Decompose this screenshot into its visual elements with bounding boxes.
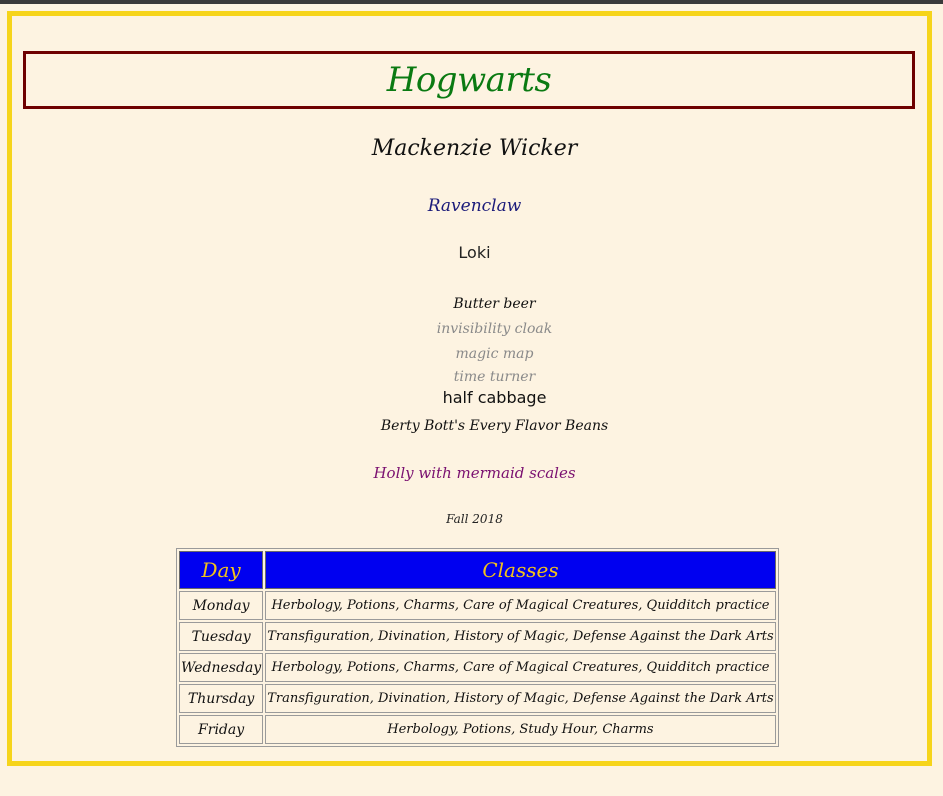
class-schedule-table: Day Classes Monday Herbology, Potions, C…	[176, 548, 779, 747]
list-item: half cabbage	[442, 388, 547, 407]
table-row: Friday Herbology, Potions, Study Hour, C…	[179, 715, 776, 744]
list-item: Butter beer	[453, 296, 536, 312]
day-cell: Wednesday	[179, 653, 264, 682]
list-item: magic map	[455, 346, 534, 362]
list-item: time turner	[453, 369, 536, 385]
list-item: Berty Bott's Every Flavor Beans	[380, 418, 609, 434]
classes-column-header: Classes	[265, 551, 776, 589]
list-item: invisibility cloak	[436, 321, 553, 337]
day-column-header: Day	[179, 551, 264, 589]
page-frame: Hogwarts Mackenzie Wicker Ravenclaw Loki…	[7, 11, 932, 766]
day-cell: Thursday	[179, 684, 264, 713]
table-row: Wednesday Herbology, Potions, Charms, Ca…	[179, 653, 776, 682]
classes-cell: Herbology, Potions, Charms, Care of Magi…	[265, 653, 776, 682]
table-row: Monday Herbology, Potions, Charms, Care …	[179, 591, 776, 620]
day-cell: Monday	[179, 591, 264, 620]
classes-cell: Herbology, Potions, Charms, Care of Magi…	[265, 591, 776, 620]
day-cell: Tuesday	[179, 622, 264, 651]
classes-cell: Herbology, Potions, Study Hour, Charms	[265, 715, 776, 744]
pet-name: Loki	[458, 243, 491, 262]
classes-cell: Transfiguration, Divination, History of …	[265, 622, 776, 651]
table-header-row: Day Classes	[179, 551, 776, 589]
house-name: Ravenclaw	[427, 196, 522, 216]
page-title: Hogwarts	[386, 60, 552, 100]
title-banner: Hogwarts	[23, 51, 915, 109]
student-name: Mackenzie Wicker	[371, 136, 578, 161]
table-row: Thursday Transfiguration, Divination, Hi…	[179, 684, 776, 713]
item-list: Butter beer invisibility cloak magic map…	[12, 292, 943, 439]
table-row: Tuesday Transfiguration, Divination, His…	[179, 622, 776, 651]
classes-cell: Transfiguration, Divination, History of …	[265, 684, 776, 713]
day-cell: Friday	[179, 715, 264, 744]
term-label: Fall 2018	[446, 512, 503, 526]
browser-top-edge	[0, 0, 943, 4]
wand-description: Holly with mermaid scales	[373, 464, 576, 482]
